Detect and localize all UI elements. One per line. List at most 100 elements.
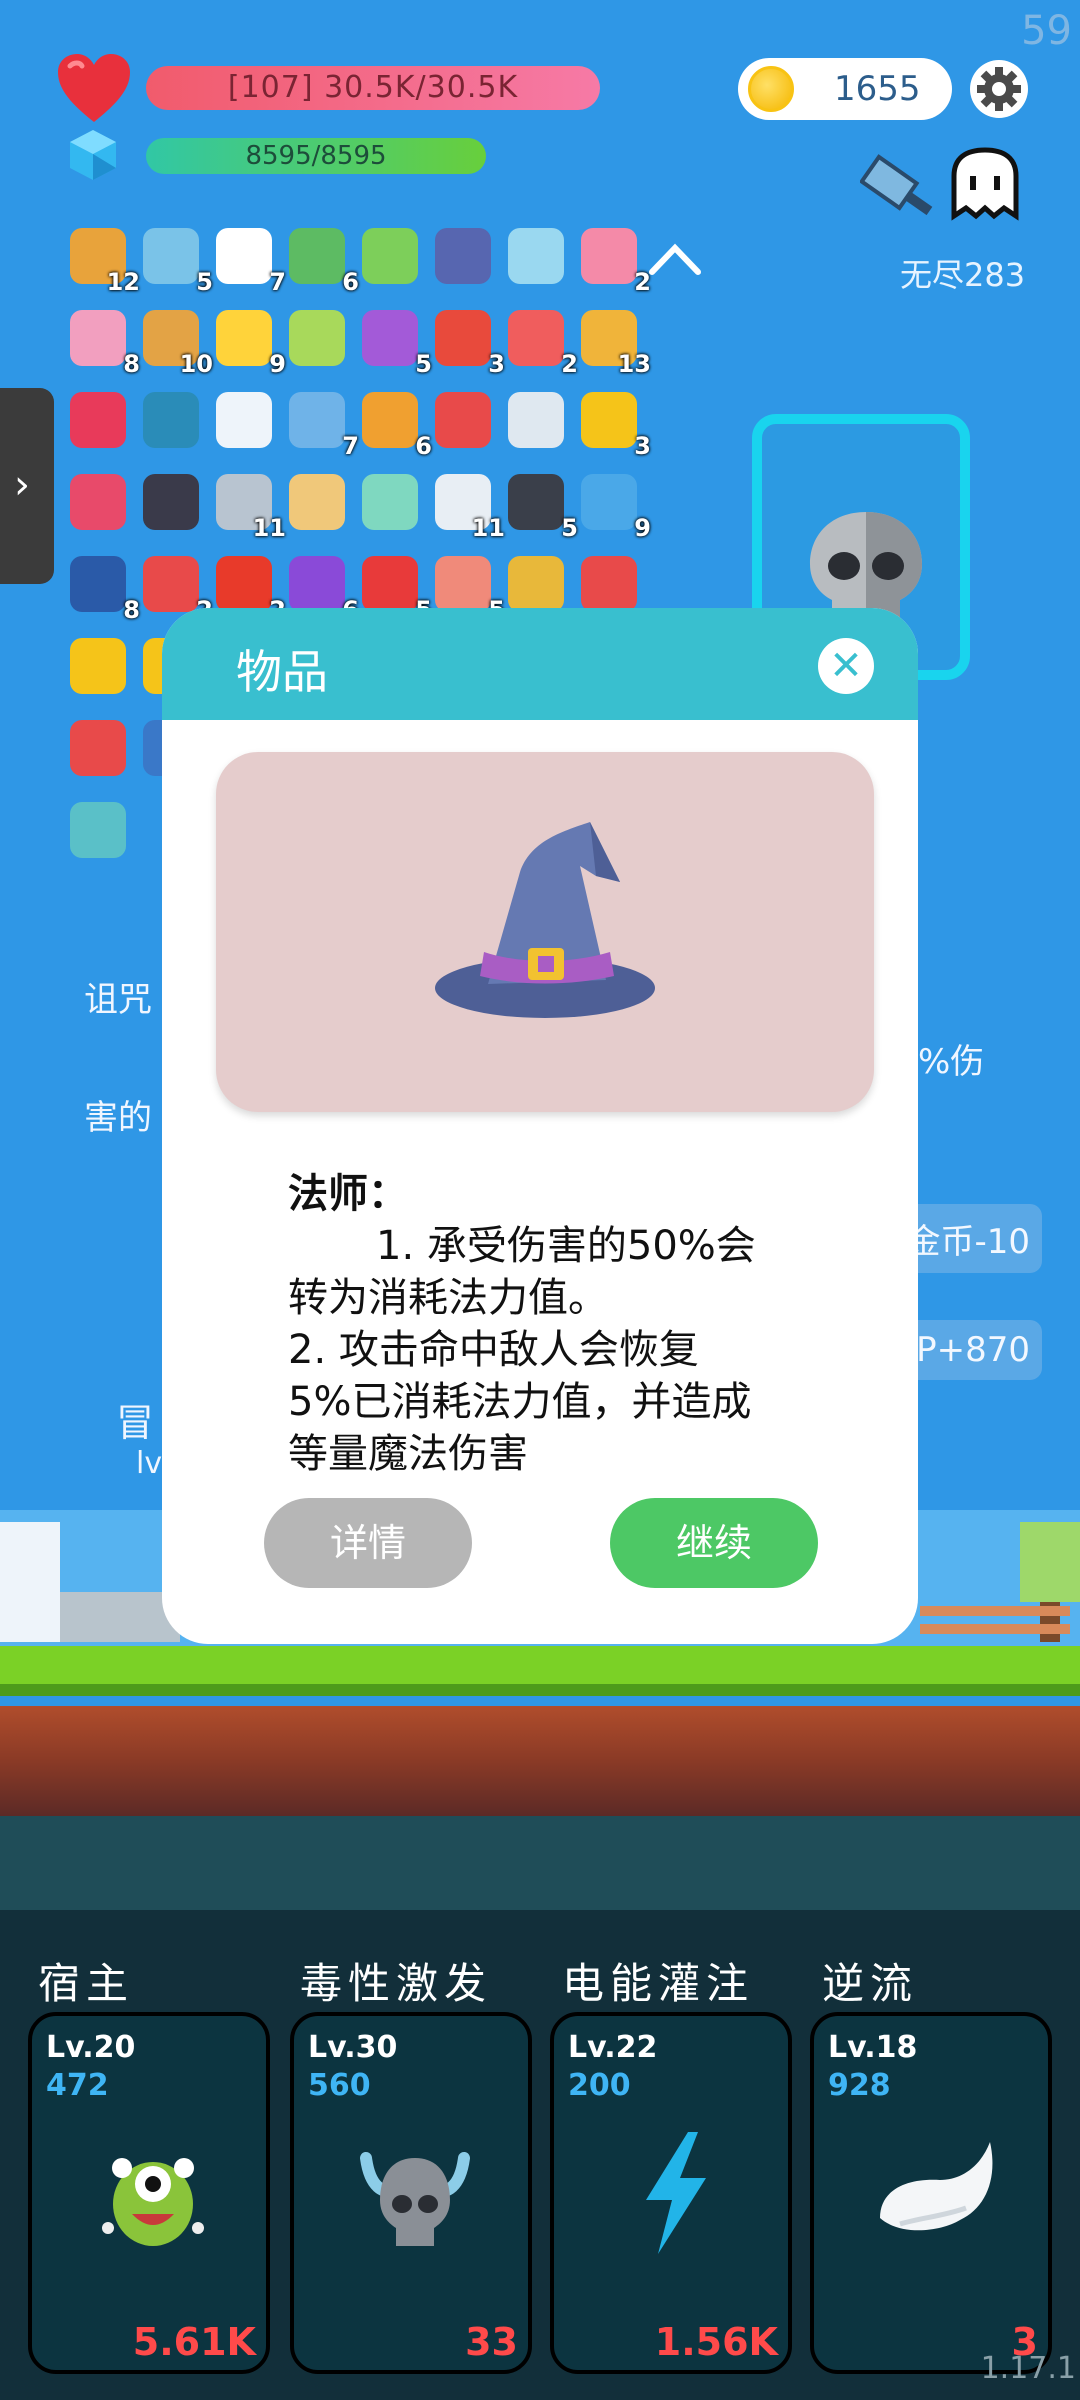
sock-icon <box>435 310 491 366</box>
side-drawer-tab[interactable]: › <box>0 388 54 584</box>
cash-heart-icon <box>289 228 345 284</box>
item-count: 3 <box>488 350 505 378</box>
item-slot[interactable] <box>506 226 568 288</box>
skill-card-electric[interactable]: Lv.22 200 1.56K <box>550 2012 792 2374</box>
item-slot[interactable] <box>433 226 495 288</box>
item-slot[interactable] <box>68 718 130 780</box>
item-count: 3 <box>634 432 651 460</box>
item-slot[interactable] <box>506 390 568 452</box>
item-slot[interactable]: 12 <box>68 226 140 296</box>
item-count: 6 <box>342 268 359 296</box>
skill-points: 928 <box>828 2068 891 2103</box>
jam-jar-icon <box>70 474 126 530</box>
item-slot[interactable]: 2 <box>214 554 286 624</box>
item-slot[interactable] <box>141 390 203 452</box>
desc-line: 转为消耗法力值。 <box>288 1275 608 1321</box>
skill-card-toxic[interactable]: Lv.30 560 33 <box>290 2012 532 2374</box>
item-slot[interactable]: 5 <box>506 472 578 542</box>
skill-value: 5.61K <box>132 2320 256 2364</box>
sliders-icon <box>508 392 564 448</box>
detail-button[interactable]: 详情 <box>264 1498 472 1588</box>
item-slot[interactable]: 3 <box>579 390 651 460</box>
item-slot[interactable]: 3 <box>433 308 505 378</box>
item-slot[interactable] <box>68 636 130 698</box>
wizard-hat-icon <box>435 228 491 284</box>
lightbulb-icon <box>362 474 418 530</box>
item-slot[interactable]: 8 <box>68 308 140 378</box>
item-count: 8 <box>123 596 140 624</box>
item-slot[interactable] <box>287 472 349 534</box>
item-count: 7 <box>269 268 286 296</box>
item-slot[interactable] <box>214 390 276 452</box>
item-slot[interactable]: 6 <box>287 226 359 296</box>
skill-card-host[interactable]: Lv.20 472 5.61K <box>28 2012 270 2374</box>
underground-layer <box>0 1816 1080 1916</box>
ghost-icon[interactable] <box>946 146 1024 224</box>
chevron-right-icon: › <box>14 462 30 508</box>
item-slot[interactable]: 8 <box>68 554 140 624</box>
item-slot[interactable]: 6 <box>287 554 359 624</box>
meat-icon <box>435 556 491 612</box>
item-slot[interactable]: 2 <box>506 308 578 378</box>
item-modal: 物品 ✕ 法师： 1. 承受伤害的50%会 转为消耗法力值。 2. 攻击命中敌人… <box>162 608 918 1644</box>
gear-icon[interactable] <box>968 58 1030 120</box>
item-slot[interactable]: 5 <box>360 308 432 378</box>
damage-label: 害的 <box>84 1098 152 1138</box>
item-count: 7 <box>342 432 359 460</box>
item-slot[interactable]: 7 <box>214 226 286 296</box>
skill-title: 电能灌注 <box>562 1959 755 2008</box>
close-button[interactable]: ✕ <box>818 638 874 694</box>
skill-card-backflow[interactable]: Lv.18 928 3 <box>810 2012 1052 2374</box>
item-slot[interactable] <box>579 554 641 616</box>
orb-potion-icon <box>508 228 564 284</box>
magnet-icon <box>435 392 491 448</box>
item-slot[interactable]: 6 <box>360 390 432 460</box>
item-slot[interactable] <box>68 800 130 862</box>
item-slot[interactable] <box>433 390 495 452</box>
skill-title: 逆流 <box>822 1959 919 2008</box>
continue-button[interactable]: 继续 <box>610 1498 818 1588</box>
thermometer-icon <box>143 556 199 612</box>
cleaver-icon <box>860 154 933 216</box>
item-count: 9 <box>269 350 286 378</box>
item-slot[interactable]: 9 <box>214 308 286 378</box>
item-slot[interactable]: 9 <box>579 472 651 542</box>
skill-points: 560 <box>308 2068 371 2103</box>
item-slot[interactable] <box>506 554 568 616</box>
fps-counter: 59 <box>1021 8 1072 54</box>
ghost-icon <box>216 228 272 284</box>
item-count: 11 <box>252 514 286 542</box>
item-slot[interactable]: 11 <box>433 472 505 542</box>
item-slot[interactable]: 5 <box>360 554 432 624</box>
desc-title: 法师： <box>288 1171 408 1217</box>
item-slot[interactable]: 2 <box>579 226 651 296</box>
potion-flask-icon <box>362 228 418 284</box>
spray-bottle-icon <box>581 228 637 284</box>
item-slot[interactable] <box>68 472 130 534</box>
percent-damage-label: %伤 <box>918 1042 985 1082</box>
item-count: 12 <box>106 268 140 296</box>
bat-icon <box>143 474 199 530</box>
item-slot[interactable]: 11 <box>214 472 286 542</box>
item-slot[interactable]: 10 <box>141 308 213 378</box>
item-slot[interactable] <box>287 308 349 370</box>
skill-points: 472 <box>46 2068 109 2103</box>
modal-header: 物品 ✕ <box>162 608 918 720</box>
item-slot[interactable] <box>360 472 422 534</box>
briefcase-icon <box>362 392 418 448</box>
item-slot[interactable] <box>68 390 130 452</box>
ice-cream-icon <box>70 310 126 366</box>
modal-title: 物品 <box>236 645 328 699</box>
sun-icon <box>216 310 272 366</box>
item-slot[interactable]: 7 <box>287 390 359 460</box>
item-slot[interactable] <box>141 472 203 534</box>
item-slot[interactable] <box>360 226 422 288</box>
pill-icon <box>508 310 564 366</box>
chevron-up-icon[interactable] <box>646 238 704 278</box>
item-slot[interactable]: 2 <box>141 554 213 624</box>
item-count: 2 <box>561 350 578 378</box>
item-slot[interactable]: 5 <box>141 226 213 296</box>
item-slot[interactable]: 5 <box>433 554 505 624</box>
item-slot[interactable]: 13 <box>579 308 651 378</box>
dirt-layer <box>0 1706 1080 1816</box>
